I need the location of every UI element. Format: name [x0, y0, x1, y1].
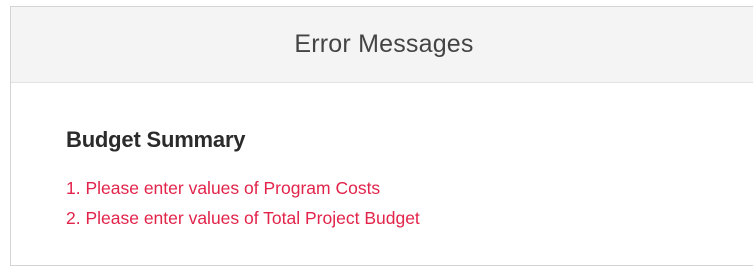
panel-body: Budget Summary 1. Please enter values of…: [11, 83, 753, 233]
error-message-total-project-budget: 2. Please enter values of Total Project …: [66, 208, 420, 228]
section-title: Budget Summary: [66, 127, 246, 152]
error-message-program-costs: 1. Please enter values of Program Costs: [66, 178, 381, 198]
panel-header: Error Messages: [11, 7, 753, 83]
panel-title: Error Messages: [294, 30, 474, 58]
error-list: 1. Please enter values of Program Costs …: [66, 173, 753, 233]
error-messages-panel: Error Messages Budget Summary 1. Please …: [10, 6, 753, 266]
